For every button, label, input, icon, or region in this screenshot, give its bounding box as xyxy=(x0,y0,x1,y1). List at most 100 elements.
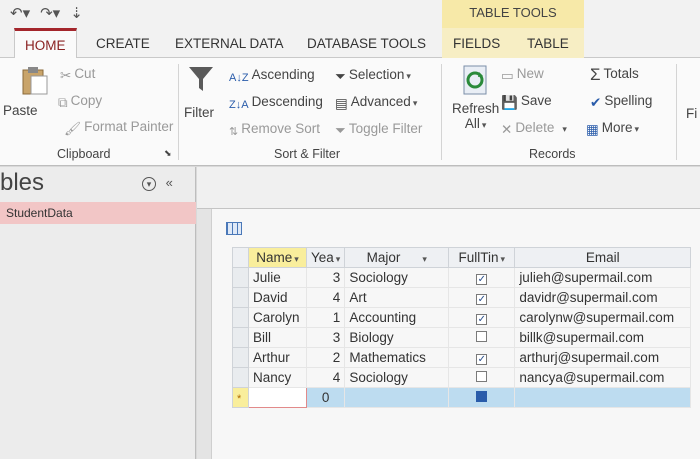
email-cell[interactable]: arthurj@supermail.com xyxy=(514,347,692,368)
fulltime-checkbox[interactable] xyxy=(476,314,488,325)
name-cell[interactable]: David xyxy=(248,287,307,308)
paste-button[interactable]: Paste xyxy=(3,66,52,118)
fulltime-checkbox[interactable] xyxy=(476,331,488,342)
tab-create[interactable]: CREATE xyxy=(96,36,150,51)
format-painter-button[interactable]: 🖌 Format Painter xyxy=(64,119,173,137)
refresh-all-button[interactable]: Refresh All ▾ xyxy=(452,64,499,131)
new-record-email-cell[interactable] xyxy=(514,387,692,408)
name-cell[interactable]: Julie xyxy=(248,267,307,288)
fulltime-checkbox[interactable] xyxy=(476,294,488,305)
table-row[interactable]: Carolyn1Accounting carolynw@supermail.com xyxy=(232,307,692,328)
collapse-pane-icon[interactable]: « xyxy=(166,175,173,190)
year-cell[interactable]: 3 xyxy=(305,327,346,348)
fulltime-checkbox[interactable] xyxy=(476,391,488,402)
tab-external-data[interactable]: EXTERNAL DATA xyxy=(175,36,284,51)
chevron-down-icon[interactable]: ▾ xyxy=(294,254,299,264)
new-record-row[interactable]: * 0 xyxy=(232,387,692,408)
column-header-email[interactable]: Email xyxy=(514,247,692,268)
record-selector[interactable] xyxy=(232,307,249,328)
redo-icon[interactable]: ↷▾ xyxy=(40,4,60,22)
new-record-fulltime-cell[interactable] xyxy=(448,387,516,408)
name-cell[interactable]: Carolyn xyxy=(248,307,307,328)
name-cell[interactable]: Arthur xyxy=(248,347,307,368)
fulltime-cell[interactable] xyxy=(448,287,516,308)
select-all-cell[interactable] xyxy=(232,247,249,268)
record-selector[interactable] xyxy=(232,267,249,288)
name-cell[interactable]: Bill xyxy=(248,327,307,348)
more-button[interactable]: ▦ More ▾ xyxy=(586,120,639,138)
chevron-down-icon[interactable]: ▾ xyxy=(422,254,427,264)
fulltime-checkbox[interactable] xyxy=(476,274,488,285)
year-cell[interactable]: 3 xyxy=(305,267,346,288)
year-cell[interactable]: 4 xyxy=(305,287,346,308)
column-header-major[interactable]: Major ▾ xyxy=(344,247,450,268)
major-cell[interactable]: Biology xyxy=(344,327,450,348)
new-record-year-cell[interactable]: 0 xyxy=(305,387,346,408)
record-selector[interactable] xyxy=(232,287,249,308)
tab-table[interactable]: TABLE xyxy=(527,36,569,51)
fulltime-cell[interactable] xyxy=(448,267,516,288)
fulltime-cell[interactable] xyxy=(448,347,516,368)
workspace: Name ▾ Yea ▾ Major ▾ FullTin ▾ Email Julie 3 S… xyxy=(197,167,700,459)
column-header-name[interactable]: Name ▾ xyxy=(248,247,307,268)
table-row[interactable]: Nancy 4 Sociology nancya@supermail.com xyxy=(232,367,692,388)
totals-button[interactable]: Σ Totals xyxy=(590,65,639,85)
column-header-year[interactable]: Yea ▾ xyxy=(305,247,346,268)
major-cell[interactable]: Art xyxy=(344,287,450,308)
fulltime-cell[interactable] xyxy=(448,327,516,348)
selection-button[interactable]: ⏷ Selection ▾ xyxy=(335,67,411,85)
undo-icon[interactable]: ↶▾ xyxy=(10,4,30,22)
email-cell[interactable]: nancya@supermail.com xyxy=(514,367,692,388)
major-cell[interactable]: Sociology xyxy=(344,367,450,388)
nav-options-icon[interactable]: ▾ xyxy=(142,177,156,191)
email-cell[interactable]: billk@supermail.com xyxy=(514,327,692,348)
advanced-button[interactable]: ▤ Advanced ▾ xyxy=(335,94,417,112)
ascending-button[interactable]: A↓Z Ascending xyxy=(229,67,315,84)
major-cell[interactable]: Sociology xyxy=(344,267,450,288)
save-record-button[interactable]: 💾 Save xyxy=(501,93,552,111)
find-button[interactable]: Fi xyxy=(686,106,697,121)
delete-record-button[interactable]: ✕ Delete ▾ xyxy=(501,120,567,138)
copy-button[interactable]: ⧉ Copy xyxy=(58,93,102,111)
year-cell[interactable]: 2 xyxy=(305,347,346,368)
tab-fields[interactable]: FIELDS xyxy=(453,36,500,51)
fulltime-checkbox[interactable] xyxy=(476,371,488,382)
record-selector[interactable] xyxy=(232,367,249,388)
email-cell[interactable]: julieh@supermail.com xyxy=(514,267,692,288)
chevron-down-icon[interactable]: ▾ xyxy=(336,254,341,264)
nav-item-studentdata[interactable]: StudentData xyxy=(0,202,196,224)
remove-sort-button[interactable]: ⇅ Remove Sort xyxy=(229,121,320,138)
clipboard-launcher-icon[interactable]: ⬊ xyxy=(164,148,172,159)
fulltime-checkbox[interactable] xyxy=(476,354,488,365)
spelling-button[interactable]: ✔ Spelling xyxy=(590,93,652,111)
email-cell[interactable]: davidr@supermail.com xyxy=(514,287,692,308)
new-record-name-cell[interactable] xyxy=(248,387,307,408)
table-row[interactable]: David4Art davidr@supermail.com xyxy=(232,287,692,308)
filter-button[interactable]: Filter xyxy=(184,64,216,120)
customize-qat-icon[interactable]: ⇣ xyxy=(70,4,83,22)
record-selector[interactable] xyxy=(232,347,249,368)
email-cell[interactable]: carolynw@supermail.com xyxy=(514,307,692,328)
table-row[interactable]: Bill 3 Biology billk@supermail.com xyxy=(232,327,692,348)
table-row[interactable]: Arthur2Mathematics arthurj@supermail.com xyxy=(232,347,692,368)
toggle-filter-button[interactable]: ⏷ Toggle Filter xyxy=(335,121,422,139)
column-header-fulltime[interactable]: FullTin ▾ xyxy=(448,247,516,268)
fulltime-cell[interactable] xyxy=(448,307,516,328)
tab-database-tools[interactable]: DATABASE TOOLS xyxy=(307,36,426,51)
major-cell[interactable]: Mathematics xyxy=(344,347,450,368)
sort-descending-icon: Z↓A xyxy=(229,99,249,111)
new-record-selector[interactable]: * xyxy=(232,387,249,408)
year-cell[interactable]: 1 xyxy=(305,307,346,328)
descending-button[interactable]: Z↓A Descending xyxy=(229,94,323,111)
name-cell[interactable]: Nancy xyxy=(248,367,307,388)
chevron-down-icon[interactable]: ▾ xyxy=(501,254,506,264)
tab-home[interactable]: HOME xyxy=(14,28,77,59)
new-record-major-cell[interactable] xyxy=(344,387,450,408)
fulltime-cell[interactable] xyxy=(448,367,516,388)
table-row[interactable]: Julie3Sociology julieh@supermail.com xyxy=(232,267,692,288)
new-record-button[interactable]: ▭ New xyxy=(501,66,544,84)
cut-button[interactable]: ✂ Cut xyxy=(60,66,95,84)
major-cell[interactable]: Accounting xyxy=(344,307,450,328)
record-selector[interactable] xyxy=(232,327,249,348)
year-cell[interactable]: 4 xyxy=(305,367,346,388)
